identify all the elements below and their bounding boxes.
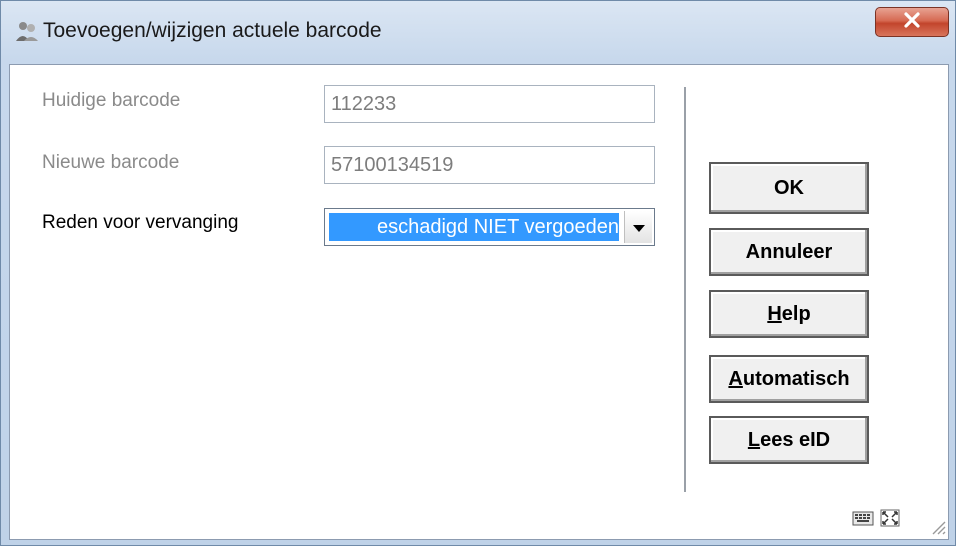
fullscreen-icon[interactable] bbox=[880, 509, 900, 531]
chevron-down-icon bbox=[632, 218, 645, 237]
resize-grip-icon[interactable] bbox=[928, 517, 946, 535]
ok-button[interactable]: OK bbox=[709, 162, 869, 214]
dialog-body: Huidige barcode 112233 Nieuwe barcode 57… bbox=[9, 64, 949, 540]
new-barcode-field[interactable]: 57100134519 bbox=[324, 146, 655, 184]
automatic-label: utomatisch bbox=[742, 367, 850, 390]
title-bar[interactable]: Toevoegen/wijzigen actuele barcode bbox=[1, 1, 956, 65]
window-title: Toevoegen/wijzigen actuele barcode bbox=[43, 19, 382, 42]
close-icon bbox=[902, 11, 922, 33]
reason-select-value: eschadigd NIET vergoeden bbox=[329, 213, 619, 241]
close-button[interactable] bbox=[875, 7, 949, 37]
read-eid-mnemonic: L bbox=[747, 428, 761, 451]
reason-select[interactable]: eschadigd NIET vergoeden bbox=[324, 208, 655, 246]
read-eid-label: ees eID bbox=[760, 428, 831, 451]
keyboard-icon[interactable] bbox=[852, 509, 874, 531]
help-mnemonic: H bbox=[767, 302, 782, 325]
cancel-button[interactable]: Annuleer bbox=[709, 228, 869, 276]
automatic-mnemonic: A bbox=[728, 367, 743, 390]
cancel-label: Annuleer bbox=[745, 240, 833, 263]
ok-label: OK bbox=[774, 176, 804, 199]
read-eid-button[interactable]: Lees eID bbox=[709, 416, 869, 464]
vertical-divider bbox=[684, 87, 686, 492]
automatic-button[interactable]: Automatisch bbox=[709, 355, 869, 403]
new-barcode-label: Nieuwe barcode bbox=[42, 152, 180, 173]
help-label: elp bbox=[781, 302, 811, 325]
help-button[interactable]: Help bbox=[709, 290, 869, 338]
dialog-window: Toevoegen/wijzigen actuele barcode Huidi… bbox=[0, 0, 956, 546]
current-barcode-field[interactable]: 112233 bbox=[324, 85, 655, 123]
status-icons bbox=[852, 509, 900, 531]
people-icon bbox=[15, 19, 39, 43]
reason-dropdown-button[interactable] bbox=[624, 211, 652, 243]
reason-label: Reden voor vervanging bbox=[42, 212, 239, 233]
current-barcode-label: Huidige barcode bbox=[42, 90, 181, 111]
